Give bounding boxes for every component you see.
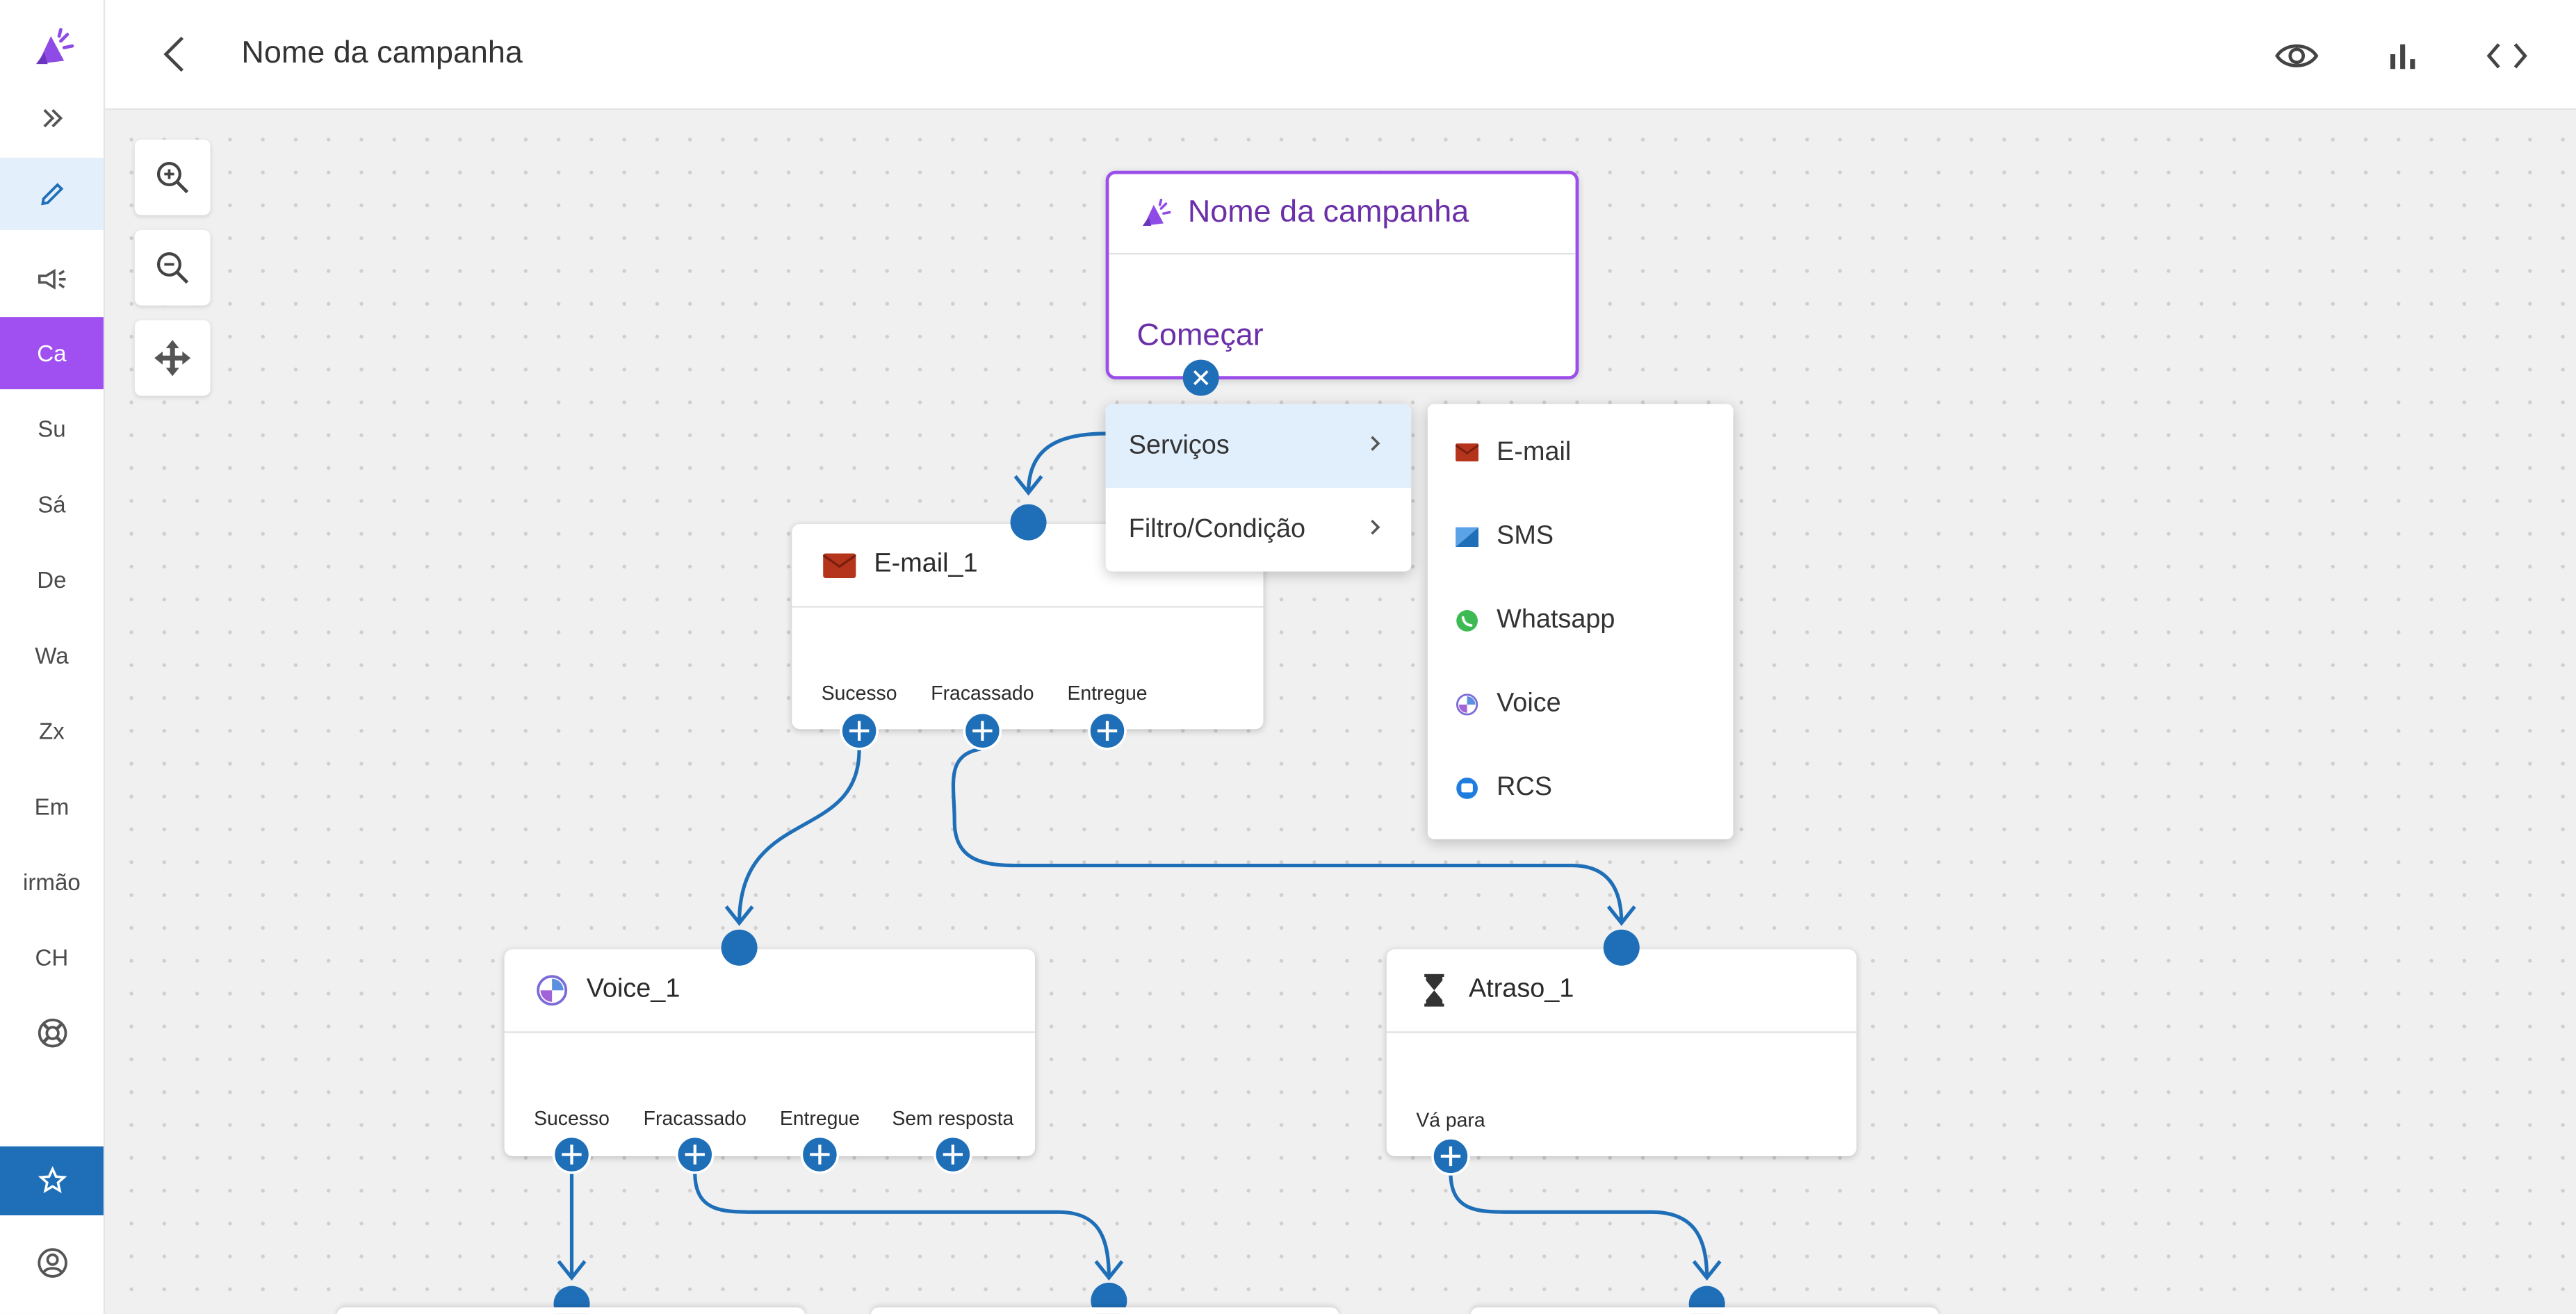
- port-label-sucesso: Sucesso: [534, 1107, 610, 1131]
- sms-icon: [1454, 523, 1481, 550]
- submenu-item-sms[interactable]: SMS: [1428, 494, 1734, 578]
- preview-eye-icon[interactable]: [2274, 33, 2320, 79]
- campaign-start-node[interactable]: Nome da campanha Começar: [1105, 170, 1579, 379]
- expand-sidebar-icon[interactable]: [0, 82, 104, 154]
- next-node-3[interactable]: [1470, 1307, 1939, 1314]
- port-label-entregue: Entregue: [779, 1107, 860, 1131]
- submenu-item-label: Whatsapp: [1497, 605, 1615, 634]
- delay-node[interactable]: Atraso_1 Vá para: [1386, 949, 1857, 1156]
- submenu-item-label: E-mail: [1497, 437, 1572, 466]
- submenu-item-email[interactable]: E-mail: [1428, 411, 1734, 495]
- page-title: Nome da campanha: [241, 35, 523, 71]
- campaign-logo-icon: [1139, 198, 1171, 229]
- code-icon[interactable]: [2484, 33, 2530, 79]
- top-header: Nome da campanha: [105, 0, 2576, 110]
- pan-move-icon[interactable]: [134, 320, 211, 396]
- submenu-item-rcs[interactable]: RCS: [1428, 746, 1734, 830]
- chevron-right-icon: [1369, 516, 1382, 545]
- sidebar-item-su[interactable]: Su: [0, 393, 104, 465]
- hourglass-icon: [1416, 972, 1452, 1008]
- voice-node[interactable]: Voice_1 Sucesso Fracassado Entregue Sem …: [504, 949, 1036, 1156]
- sidebar-item-irmao[interactable]: irmão: [0, 846, 104, 918]
- menu-item-filtro-condicao[interactable]: Filtro/Condição: [1106, 488, 1412, 572]
- zoom-in-icon[interactable]: [134, 139, 211, 215]
- email-node-title: E-mail_1: [874, 550, 978, 578]
- menu-item-label: Filtro/Condição: [1128, 514, 1306, 543]
- submenu-item-voice[interactable]: Voice: [1428, 662, 1734, 746]
- submenu-item-whatsapp[interactable]: Whatsapp: [1428, 578, 1734, 662]
- delay-node-header: Atraso_1: [1386, 949, 1857, 1033]
- app-logo[interactable]: [0, 13, 104, 85]
- port-label-fracassado: Fracassado: [643, 1107, 747, 1131]
- start-node-title: Nome da campanha: [1187, 195, 1469, 230]
- voice-node-header: Voice_1: [504, 949, 1036, 1033]
- whatsapp-icon: [1454, 607, 1481, 633]
- port-label-sem-resposta: Sem resposta: [892, 1107, 1014, 1131]
- support-icon[interactable]: [0, 997, 104, 1069]
- sidebar-item-ch[interactable]: CH: [0, 921, 104, 994]
- delay-node-title: Atraso_1: [1468, 975, 1574, 1004]
- port-label-entregue: Entregue: [1067, 681, 1148, 705]
- sidebar-item-ca[interactable]: Ca: [0, 317, 104, 390]
- envelope-icon: [822, 547, 858, 583]
- sidebar-item-wa[interactable]: Wa: [0, 619, 104, 691]
- sidebar-item-sa[interactable]: Sá: [0, 468, 104, 541]
- start-node-header: Nome da campanha: [1109, 174, 1576, 255]
- sidebar-item-em[interactable]: Em: [0, 770, 104, 842]
- next-node-1[interactable]: [336, 1307, 806, 1314]
- start-label: Começar: [1136, 318, 1264, 354]
- back-arrow-icon[interactable]: [154, 33, 194, 75]
- star-icon[interactable]: [0, 1146, 104, 1216]
- sidebar-item-de[interactable]: De: [0, 543, 104, 616]
- voice-node-title: Voice_1: [586, 975, 680, 1004]
- zoom-out-icon[interactable]: [134, 229, 211, 306]
- statistics-chart-icon[interactable]: [2379, 33, 2424, 79]
- context-menu: Serviços Filtro/Condição: [1105, 404, 1412, 572]
- submenu-item-label: Voice: [1497, 689, 1561, 717]
- menu-item-label: Serviços: [1128, 431, 1230, 459]
- port-label-sucesso: Sucesso: [821, 681, 897, 705]
- close-menu-icon[interactable]: [1182, 359, 1219, 396]
- submenu-item-label: SMS: [1497, 521, 1554, 550]
- envelope-icon: [1454, 439, 1481, 466]
- edit-icon[interactable]: [0, 157, 104, 230]
- voice-icon: [1454, 691, 1481, 717]
- account-icon[interactable]: [0, 1227, 104, 1299]
- submenu-item-label: RCS: [1497, 773, 1553, 801]
- port-label-fracassado: Fracassado: [931, 681, 1034, 705]
- chevron-right-icon: [1369, 432, 1382, 462]
- rcs-icon: [1454, 774, 1481, 800]
- megaphone-icon[interactable]: [0, 243, 104, 315]
- sidebar-item-zx[interactable]: Zx: [0, 695, 104, 767]
- voice-icon: [534, 972, 570, 1008]
- port-label-va-para: Vá para: [1416, 1108, 1485, 1132]
- services-submenu: E-mail SMS Whatsapp Voice RCS: [1427, 404, 1734, 839]
- app-frame: Ca Su Sá De Wa Zx Em irmão CH Nome da ca…: [0, 0, 2576, 1314]
- next-node-2[interactable]: [870, 1307, 1339, 1314]
- sidebar: Ca Su Sá De Wa Zx Em irmão CH: [0, 0, 106, 1314]
- menu-item-servicos[interactable]: Serviços: [1105, 404, 1412, 488]
